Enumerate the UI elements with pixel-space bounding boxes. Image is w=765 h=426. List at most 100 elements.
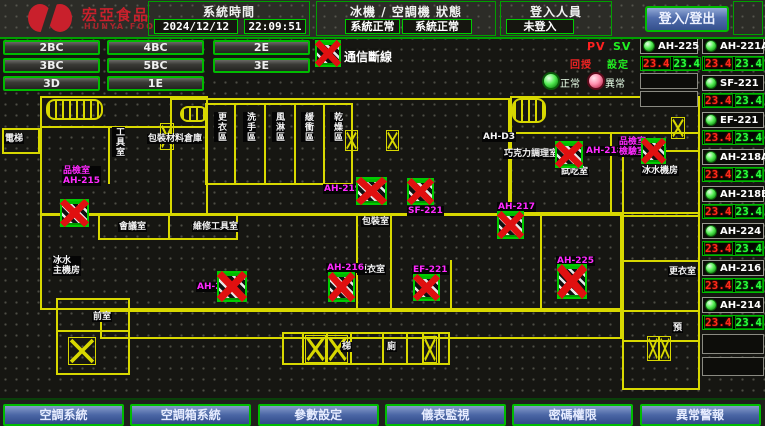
panel-empty-slot	[702, 357, 764, 376]
shaft-x-icon	[647, 336, 659, 361]
room-label: 試吃室	[560, 167, 589, 177]
unit-name-SF-221: SF-221	[702, 75, 764, 91]
unit-sv-value: 23.4	[735, 57, 764, 70]
room-label: 梯	[341, 342, 352, 352]
floor-button-4bc[interactable]: 4BC	[107, 40, 204, 55]
plan-wall	[610, 132, 612, 215]
floor-button-3d[interactable]: 3D	[3, 76, 100, 91]
unit-status-led	[705, 77, 717, 89]
plan-wall	[622, 310, 700, 312]
comm-loss-legend-icon	[315, 40, 341, 67]
unit-sv-value: 23.4	[735, 242, 764, 255]
comm-loss-device-icon-檢驗室[interactable]	[641, 138, 666, 164]
plan-wall	[406, 332, 408, 365]
comm-loss-device-icon-AH-214[interactable]	[217, 271, 247, 302]
login-logout-button[interactable]: 登入/登出	[645, 6, 729, 32]
pv-header-label: PV	[587, 40, 606, 53]
unit-name-AH-214: AH-214	[702, 297, 764, 313]
unit-values-AH-216: 23.423.4	[702, 278, 764, 293]
normal-legend-label: 正常	[560, 75, 580, 90]
nav-button-6[interactable]: 異常警報	[640, 404, 761, 426]
system-clock-value: 22:09:51	[244, 19, 306, 34]
comm-loss-device-icon-AH-216[interactable]	[328, 272, 355, 302]
stairs-icon	[46, 99, 103, 120]
plan-wall	[108, 126, 110, 184]
unit-name-text: AH-216	[720, 263, 761, 274]
room-label: 洗手區	[243, 112, 256, 142]
unit-name-AH-216: AH-216	[702, 260, 764, 276]
unit-values-SF-221: 23.423.4	[702, 93, 764, 108]
unit-name-text: AH-225	[658, 41, 699, 52]
plan-wall	[356, 214, 392, 310]
chiller-status-value: 系統正常	[345, 19, 400, 34]
nav-button-1[interactable]: 空調系統	[3, 404, 124, 426]
room-label: 預	[672, 323, 683, 333]
nav-button-3[interactable]: 參數設定	[258, 404, 379, 426]
normal-led-icon	[542, 72, 560, 90]
shaft-x-icon	[386, 130, 399, 151]
comm-loss-device-icon-AH-217[interactable]	[497, 211, 524, 239]
plan-wall	[56, 330, 130, 332]
nav-button-5[interactable]: 密碼權限	[512, 404, 633, 426]
comm-loss-device-icon-AH-225[interactable]	[557, 264, 587, 299]
floor-button-5bc[interactable]: 5BC	[107, 58, 204, 73]
header-bar: 宏亞食品 HUNYA FOODS 系統時間 2024/12/12 22:09:5…	[0, 0, 765, 39]
shaft-x-icon	[659, 336, 671, 361]
sv-header-label: SV	[613, 40, 631, 53]
floor-button-3e[interactable]: 3E	[213, 58, 310, 73]
floor-button-3bc[interactable]: 3BC	[3, 58, 100, 73]
floor-button-2bc[interactable]: 2BC	[3, 40, 100, 55]
unit-values-AH-221A: 23.423.4	[702, 56, 764, 71]
nav-button-2[interactable]: 空調箱系統	[130, 404, 251, 426]
room-label: 更衣區	[214, 112, 227, 142]
unit-pv-value: 23.4	[704, 57, 733, 70]
floor-button-2e[interactable]: 2E	[213, 40, 310, 55]
plan-wall	[622, 215, 700, 217]
room-label: 巧克力調理室	[503, 149, 559, 159]
panel-empty-slot	[640, 91, 698, 107]
header-spare-box	[733, 1, 763, 35]
room-label: 廁	[386, 342, 397, 352]
nav-button-4[interactable]: 儀表監視	[385, 404, 506, 426]
stairs-icon	[180, 106, 208, 122]
unit-sv-value: 23.4	[735, 168, 764, 181]
unit-name-AH-221A: AH-221A	[702, 38, 764, 54]
plan-wall	[622, 260, 700, 262]
abnormal-led-icon	[587, 72, 605, 90]
unit-status-led	[705, 225, 717, 237]
comm-loss-device-icon-AH-219A[interactable]	[356, 177, 387, 205]
floor-button-1e[interactable]: 1E	[107, 76, 204, 91]
comm-loss-device-icon-SF-221[interactable]	[407, 178, 434, 205]
unit-name-EF-221: EF-221	[702, 112, 764, 128]
room-label: 冰水主機房	[52, 256, 81, 276]
comm-loss-device-icon-AH-215[interactable]	[60, 199, 89, 227]
unit-name-text: AH-224	[720, 226, 761, 237]
unit-values-AH-225: 23.423.4	[640, 56, 698, 71]
unit-sv-value: 23.4	[735, 94, 764, 107]
room-label: 維修工具室	[192, 222, 239, 232]
unit-pv-value: 23.4	[704, 94, 733, 107]
setting-header-label: 設定	[607, 56, 629, 71]
shaft-x-icon	[671, 117, 685, 139]
unit-pv-value: 23.4	[704, 242, 733, 255]
unit-values-EF-221: 23.423.4	[702, 130, 764, 145]
comm-loss-device-icon-EF-221[interactable]	[413, 274, 440, 301]
comm-loss-device-icon-AH-218[interactable]	[555, 141, 583, 168]
device-label: SF-221	[407, 206, 444, 216]
unit-status-led	[705, 299, 717, 311]
unit-name-text: SF-221	[720, 78, 759, 89]
plan-wall	[323, 103, 325, 185]
unit-values-AH-224: 23.423.4	[702, 241, 764, 256]
feedback-header-label: 回授	[570, 56, 592, 71]
unit-name-text: AH-218A	[720, 152, 765, 163]
unit-status-led	[705, 114, 717, 126]
unit-sv-value: 23.4	[735, 131, 764, 144]
room-label: 包裝室	[361, 217, 390, 227]
unit-name-AH-218B: AH-218B	[702, 186, 764, 202]
panel-empty-slot	[702, 334, 764, 354]
unit-sv-value: 23.4	[735, 316, 764, 329]
unit-values-AH-218A: 23.423.4	[702, 167, 764, 182]
shaft-x-icon	[345, 130, 358, 151]
unit-sv-value: 23.4	[673, 57, 702, 70]
plan-wall	[438, 332, 440, 365]
